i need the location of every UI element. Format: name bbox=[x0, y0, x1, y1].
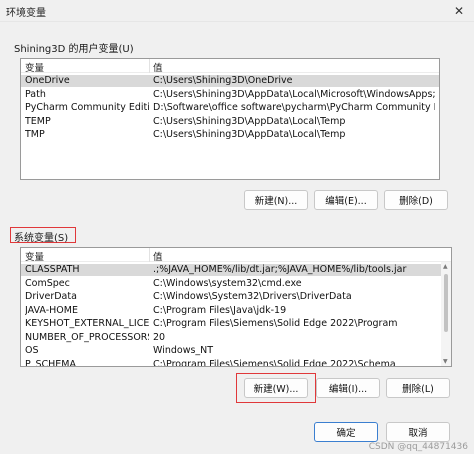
user-new-button[interactable]: 新建(N)... bbox=[244, 190, 308, 210]
user-var-value: C:\Users\Shining3D\AppData\Local\Microso… bbox=[153, 88, 435, 100]
user-var-value: C:\Users\Shining3D\AppData\Local\Temp bbox=[153, 115, 346, 127]
user-var-name: OneDrive bbox=[25, 75, 70, 86]
user-var-name: TEMP bbox=[25, 115, 51, 127]
system-var-name: CLASSPATH bbox=[25, 264, 80, 275]
scroll-down-arrow-icon[interactable]: ▼ bbox=[443, 358, 448, 365]
user-vars-group-label: Shining3D 的用户变量(U) bbox=[14, 44, 134, 55]
title-bar: 环境变量 ✕ bbox=[0, 0, 474, 22]
system-var-name: ComSpec bbox=[25, 277, 70, 289]
cancel-button[interactable]: 取消 bbox=[386, 422, 450, 442]
user-var-value: C:\Users\Shining3D\AppData\Local\Temp bbox=[153, 129, 346, 140]
user-var-value: D:\Software\office software\pycharm\PyCh… bbox=[153, 102, 435, 113]
system-var-row-comspec[interactable]: ComSpec C:\Windows\system32\cmd.exe bbox=[21, 278, 451, 290]
user-vars-col-value[interactable]: 值 bbox=[153, 60, 163, 74]
user-var-value: C:\Users\Shining3D\OneDrive bbox=[153, 75, 293, 86]
user-var-row-tmp[interactable]: TMP C:\Users\Shining3D\AppData\Local\Tem… bbox=[21, 129, 439, 141]
user-vars-list[interactable]: 变量 值 OneDrive C:\Users\Shining3D\OneDriv… bbox=[20, 58, 440, 180]
system-vars-col-value[interactable]: 值 bbox=[153, 249, 163, 263]
system-vars-header: 变量 值 bbox=[21, 248, 451, 263]
system-vars-list[interactable]: 变量 值 CLASSPATH .;%JAVA_HOME%/lib/dt.jar;… bbox=[20, 247, 452, 367]
system-delete-button[interactable]: 删除(L) bbox=[386, 378, 450, 398]
system-var-name: OS bbox=[25, 345, 39, 356]
system-var-row-keyshot[interactable]: KEYSHOT_EXTERNAL_LICEN... C:\Program Fil… bbox=[21, 318, 451, 330]
user-vars-col-name[interactable]: 变量 bbox=[25, 60, 44, 74]
system-var-name: KEYSHOT_EXTERNAL_LICEN... bbox=[25, 318, 149, 329]
ok-button[interactable]: 确定 bbox=[314, 422, 378, 442]
system-var-value: .;%JAVA_HOME%/lib/dt.jar;%JAVA_HOME%/lib… bbox=[153, 264, 407, 275]
system-vars-scrollbar[interactable]: ▲ ▼ bbox=[441, 262, 451, 366]
system-vars-group-label: 系统变量(S) bbox=[14, 233, 69, 244]
user-var-row-pycharm[interactable]: PyCharm Community Edition D:\Software\of… bbox=[21, 102, 439, 114]
system-var-value: C:\Windows\system32\cmd.exe bbox=[153, 277, 302, 289]
scroll-thumb[interactable] bbox=[444, 274, 448, 332]
user-vars-header: 变量 值 bbox=[21, 59, 439, 74]
system-new-button[interactable]: 新建(W)... bbox=[244, 378, 308, 398]
system-var-row-processors[interactable]: NUMBER_OF_PROCESSORS 20 bbox=[21, 332, 451, 344]
system-vars-col-name[interactable]: 变量 bbox=[25, 249, 44, 263]
user-var-row-onedrive[interactable]: OneDrive C:\Users\Shining3D\OneDrive bbox=[21, 75, 439, 87]
system-var-value: Windows_NT bbox=[153, 345, 214, 356]
system-var-value: C:\Program Files\Siemens\Solid Edge 2022… bbox=[153, 358, 396, 367]
watermark: CSDN @qq_44871436 bbox=[368, 442, 468, 452]
user-var-row-temp[interactable]: TEMP C:\Users\Shining3D\AppData\Local\Te… bbox=[21, 116, 439, 128]
system-var-row-p-schema[interactable]: P_SCHEMA C:\Program Files\Siemens\Solid … bbox=[21, 358, 451, 367]
scroll-up-arrow-icon[interactable]: ▲ bbox=[443, 263, 448, 270]
user-delete-button[interactable]: 删除(D) bbox=[384, 190, 448, 210]
system-var-name: NUMBER_OF_PROCESSORS bbox=[25, 331, 149, 343]
system-var-value: C:\Windows\System32\Drivers\DriverData bbox=[153, 291, 352, 302]
system-edit-button[interactable]: 编辑(I)... bbox=[316, 378, 380, 398]
system-var-value: C:\Program Files\Siemens\Solid Edge 2022… bbox=[153, 318, 398, 329]
system-var-value: 20 bbox=[153, 331, 166, 343]
system-var-row-classpath[interactable]: CLASSPATH .;%JAVA_HOME%/lib/dt.jar;%JAVA… bbox=[21, 264, 451, 276]
system-var-value: C:\Program Files\Java\jdk-19 bbox=[153, 304, 287, 316]
user-var-row-path[interactable]: Path C:\Users\Shining3D\AppData\Local\Mi… bbox=[21, 89, 439, 101]
user-var-name: Path bbox=[25, 88, 46, 100]
system-var-row-os[interactable]: OS Windows_NT bbox=[21, 345, 451, 357]
system-var-name: P_SCHEMA bbox=[25, 358, 76, 367]
window-title: 环境变量 bbox=[6, 8, 46, 19]
system-var-row-driverdata[interactable]: DriverData C:\Windows\System32\Drivers\D… bbox=[21, 291, 451, 303]
system-var-name: DriverData bbox=[25, 291, 77, 302]
user-edit-button[interactable]: 编辑(E)... bbox=[314, 190, 378, 210]
system-var-row-java-home[interactable]: JAVA-HOME C:\Program Files\Java\jdk-19 bbox=[21, 305, 451, 317]
system-var-name: JAVA-HOME bbox=[25, 304, 78, 316]
user-var-name: PyCharm Community Edition bbox=[25, 102, 149, 113]
user-var-name: TMP bbox=[25, 129, 45, 140]
close-icon[interactable]: ✕ bbox=[448, 2, 470, 20]
